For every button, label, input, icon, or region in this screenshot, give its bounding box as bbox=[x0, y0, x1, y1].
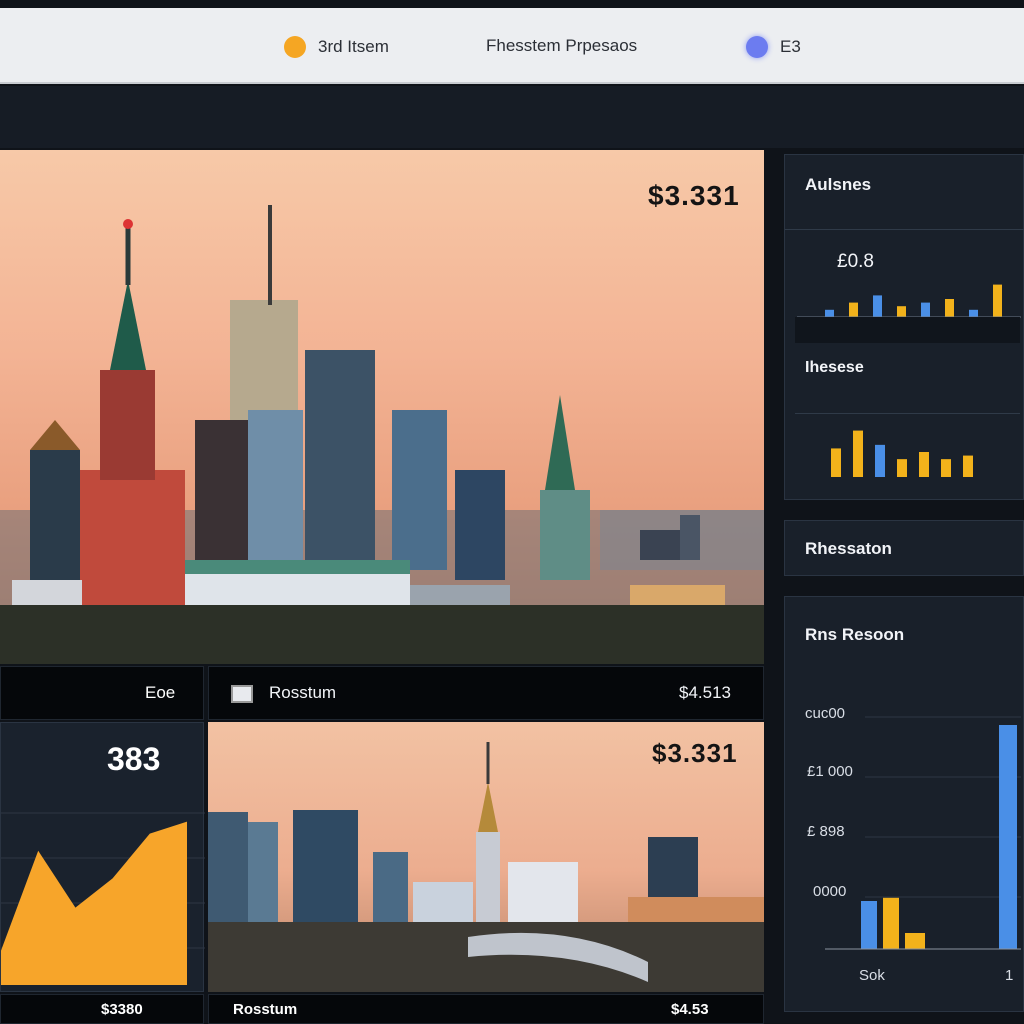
area-series bbox=[1, 821, 187, 985]
panel1-bar-2 bbox=[853, 430, 863, 477]
orange-dot-icon bbox=[284, 36, 306, 58]
panel1-bar bbox=[969, 309, 978, 317]
tab-item-2[interactable]: Fhesstem Prpesaos bbox=[486, 36, 637, 56]
panel1-bar-chart-2 bbox=[831, 430, 973, 477]
tab-item-1-label: 3rd Itsem bbox=[318, 37, 389, 56]
left-footer-value: $3380 bbox=[101, 1001, 143, 1018]
panel1-bar bbox=[897, 306, 906, 317]
tab-item-2-label: Fhesstem Prpesaos bbox=[486, 36, 638, 55]
left-tile-footer: $3380 bbox=[0, 994, 204, 1024]
blue-dot-icon bbox=[746, 36, 768, 58]
header-strip bbox=[0, 86, 1024, 148]
panel1-subtitle: Ihesese bbox=[805, 359, 864, 376]
panel1-bar-2 bbox=[941, 459, 951, 477]
panel1-bar-2 bbox=[831, 448, 841, 477]
sidebar-panel-1[interactable]: Aulsnes £0.8 Ihesese bbox=[784, 154, 1024, 500]
left-area-card[interactable]: 383 bbox=[0, 722, 205, 992]
mid-footer-label: Rosstum bbox=[233, 1001, 298, 1018]
mid-tile-footer: Rosstum $4.53 bbox=[208, 994, 764, 1024]
mid-price: $3.331 bbox=[652, 738, 738, 768]
panel3-xlabel-0: Sok bbox=[859, 967, 885, 984]
mid-tile-header: Rosstum $4.513 bbox=[208, 666, 764, 720]
panel1-value: £0.8 bbox=[837, 251, 874, 272]
panel1-bar bbox=[825, 309, 834, 317]
panel1-bar bbox=[921, 302, 930, 317]
mid-city-photo[interactable]: $3.331 bbox=[208, 722, 764, 992]
tab-item-3[interactable]: E3 bbox=[746, 36, 801, 58]
panel3-bar-chart bbox=[825, 716, 1021, 950]
mid-tile-label: Rosstum bbox=[269, 683, 337, 702]
skyline-illustration bbox=[0, 205, 764, 664]
area-chart bbox=[1, 812, 205, 985]
left-tile-header: Eoe bbox=[0, 666, 204, 720]
mid-footer-value: $4.53 bbox=[671, 1001, 709, 1018]
top-bar: 3rd Itsem Fhesstem Prpesaos E3 bbox=[0, 8, 1024, 84]
mid-tile-value: $4.513 bbox=[679, 683, 731, 702]
panel3-xlabel-1: 1 bbox=[1005, 967, 1014, 984]
panel1-bar bbox=[873, 295, 882, 317]
panel2-title: Rhessaton bbox=[805, 539, 892, 558]
panel1-title: Aulsnes bbox=[805, 175, 872, 194]
panel1-bar bbox=[945, 299, 954, 317]
panel1-bar-2 bbox=[875, 444, 885, 477]
panel1-bar-2 bbox=[897, 459, 907, 477]
sidebar-panel-2[interactable]: Rhessaton bbox=[784, 520, 1024, 576]
panel1-bar-2 bbox=[963, 455, 973, 477]
panel3-bar bbox=[999, 725, 1017, 949]
sidebar-panel-3[interactable]: Rns Resoon cuc00 £1 000 £ 898 0000 Sok 1 bbox=[784, 596, 1024, 1012]
panel1-bar-2 bbox=[919, 452, 929, 477]
panel1-bar bbox=[993, 284, 1002, 317]
panel3-title: Rns Resoon bbox=[805, 625, 905, 644]
tab-item-1[interactable]: 3rd Itsem bbox=[284, 36, 389, 58]
tab-item-3-label: E3 bbox=[780, 37, 801, 56]
hero-city-photo[interactable]: $3.331 bbox=[0, 150, 764, 664]
panel3-bar bbox=[883, 897, 899, 949]
panel3-bar bbox=[905, 933, 925, 949]
hero-price: $3.331 bbox=[648, 180, 740, 211]
panel3-bar bbox=[861, 901, 877, 949]
image-icon bbox=[231, 685, 253, 703]
panel1-bar bbox=[849, 302, 858, 317]
left-tile-label: Eoe bbox=[145, 683, 176, 702]
